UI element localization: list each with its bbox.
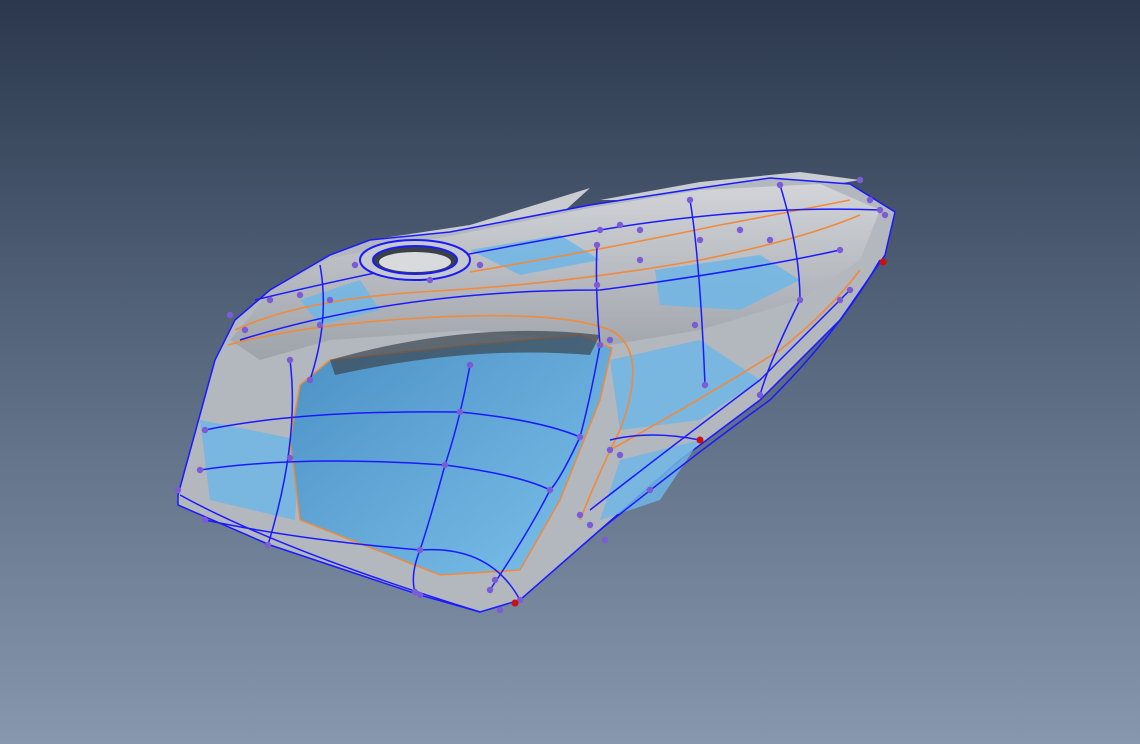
control-point[interactable]: [476, 261, 484, 269]
control-point[interactable]: [593, 281, 601, 289]
control-point[interactable]: [486, 586, 494, 594]
control-point[interactable]: [416, 546, 424, 554]
control-point[interactable]: [646, 486, 654, 494]
control-point[interactable]: [426, 276, 434, 284]
control-point[interactable]: [776, 181, 784, 189]
selected-control-point[interactable]: [696, 436, 704, 444]
control-point[interactable]: [856, 176, 864, 184]
selected-control-point[interactable]: [511, 599, 519, 607]
control-point[interactable]: [296, 291, 304, 299]
control-point[interactable]: [616, 221, 624, 229]
control-point[interactable]: [416, 591, 424, 599]
control-point[interactable]: [441, 461, 449, 469]
control-point[interactable]: [881, 211, 889, 219]
control-point[interactable]: [576, 511, 584, 519]
control-point[interactable]: [286, 454, 294, 462]
control-point[interactable]: [466, 361, 474, 369]
control-point[interactable]: [491, 576, 499, 584]
control-point[interactable]: [796, 296, 804, 304]
control-point[interactable]: [696, 236, 704, 244]
control-point[interactable]: [316, 321, 324, 329]
control-point[interactable]: [701, 381, 709, 389]
control-point[interactable]: [586, 521, 594, 529]
control-point[interactable]: [226, 311, 234, 319]
control-point[interactable]: [286, 356, 294, 364]
control-point[interactable]: [756, 391, 764, 399]
control-point[interactable]: [686, 196, 694, 204]
control-point[interactable]: [846, 286, 854, 294]
control-point[interactable]: [196, 466, 204, 474]
control-point[interactable]: [174, 486, 182, 494]
control-point[interactable]: [241, 326, 249, 334]
control-point[interactable]: [576, 433, 584, 441]
control-point[interactable]: [636, 256, 644, 264]
filler-cap[interactable]: [359, 239, 471, 281]
control-point[interactable]: [264, 541, 272, 549]
control-point[interactable]: [326, 296, 334, 304]
control-point[interactable]: [836, 296, 844, 304]
model-canvas[interactable]: [0, 0, 1140, 744]
control-point[interactable]: [201, 426, 209, 434]
control-point[interactable]: [836, 246, 844, 254]
control-point[interactable]: [691, 321, 699, 329]
control-point[interactable]: [766, 236, 774, 244]
control-point[interactable]: [306, 376, 314, 384]
control-point[interactable]: [601, 536, 609, 544]
3d-viewport[interactable]: [0, 0, 1140, 744]
control-point[interactable]: [456, 408, 464, 416]
control-point[interactable]: [596, 226, 604, 234]
control-point[interactable]: [736, 226, 744, 234]
control-point[interactable]: [636, 226, 644, 234]
control-point[interactable]: [201, 516, 209, 524]
selected-control-point[interactable]: [879, 258, 887, 266]
control-point[interactable]: [546, 486, 554, 494]
control-point[interactable]: [496, 606, 504, 614]
control-point[interactable]: [596, 341, 604, 349]
control-point[interactable]: [866, 196, 874, 204]
control-point[interactable]: [616, 451, 624, 459]
control-point[interactable]: [351, 261, 359, 269]
control-point[interactable]: [593, 241, 601, 249]
control-point[interactable]: [266, 296, 274, 304]
control-point[interactable]: [606, 336, 614, 344]
control-point[interactable]: [876, 206, 884, 214]
control-point[interactable]: [606, 446, 614, 454]
